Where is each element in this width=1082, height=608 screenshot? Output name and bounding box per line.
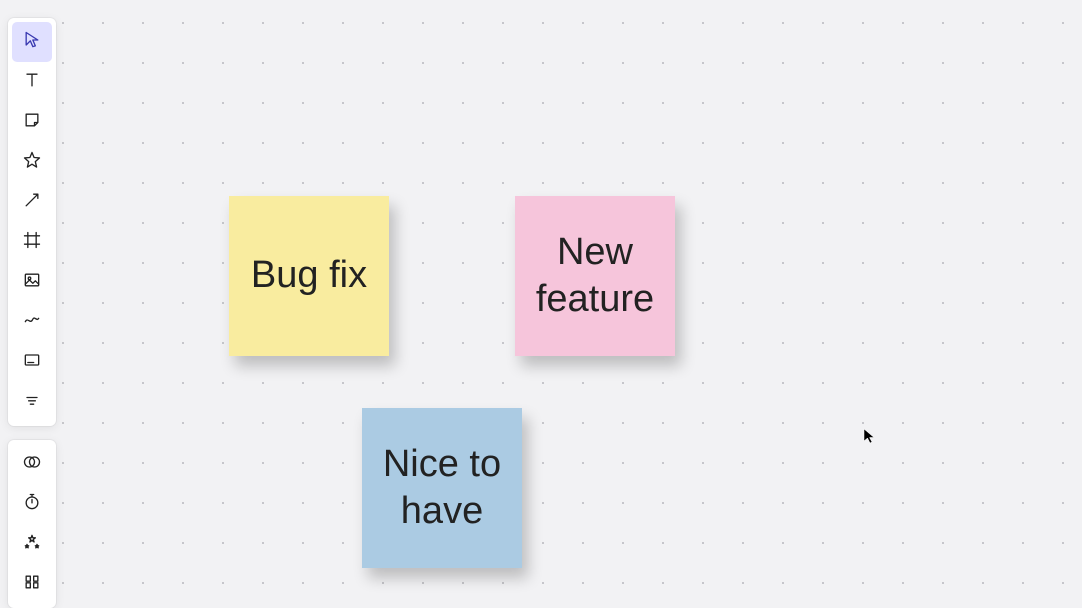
tool-stars[interactable] — [12, 524, 52, 564]
tool-pen[interactable] — [12, 302, 52, 342]
star-icon — [22, 150, 42, 175]
stars-icon — [22, 532, 42, 557]
grid-icon — [22, 572, 42, 597]
tool-frame[interactable] — [12, 222, 52, 262]
tool-select[interactable] — [12, 22, 52, 62]
frame-icon — [22, 230, 42, 255]
card-icon — [22, 350, 42, 375]
sticky-note-new-feature[interactable]: New feature — [515, 196, 675, 356]
tool-timer[interactable] — [12, 484, 52, 524]
toolbar-secondary — [8, 440, 56, 608]
arrow-icon — [22, 190, 42, 215]
cursor-icon — [22, 30, 42, 55]
sticky-note-icon — [22, 110, 42, 135]
tool-shape[interactable] — [12, 142, 52, 182]
sticky-note-nice-to-have[interactable]: Nice to have — [362, 408, 522, 568]
circles-icon — [22, 452, 42, 477]
sticky-note-bug-fix[interactable]: Bug fix — [229, 196, 389, 356]
tool-templates[interactable] — [12, 564, 52, 604]
text-icon — [22, 70, 42, 95]
more-icon — [22, 390, 42, 415]
sticky-note-text: New feature — [525, 229, 665, 324]
sticky-note-text: Nice to have — [372, 441, 512, 536]
tool-arrow[interactable] — [12, 182, 52, 222]
sticky-note-text: Bug fix — [251, 252, 367, 300]
tool-image[interactable] — [12, 262, 52, 302]
stopwatch-icon — [22, 492, 42, 517]
tool-more[interactable] — [12, 382, 52, 422]
toolbar-primary — [8, 18, 56, 426]
tool-text[interactable] — [12, 62, 52, 102]
tool-sticky-note[interactable] — [12, 102, 52, 142]
tool-relations[interactable] — [12, 444, 52, 484]
scribble-icon — [22, 310, 42, 335]
tool-card[interactable] — [12, 342, 52, 382]
image-icon — [22, 270, 42, 295]
